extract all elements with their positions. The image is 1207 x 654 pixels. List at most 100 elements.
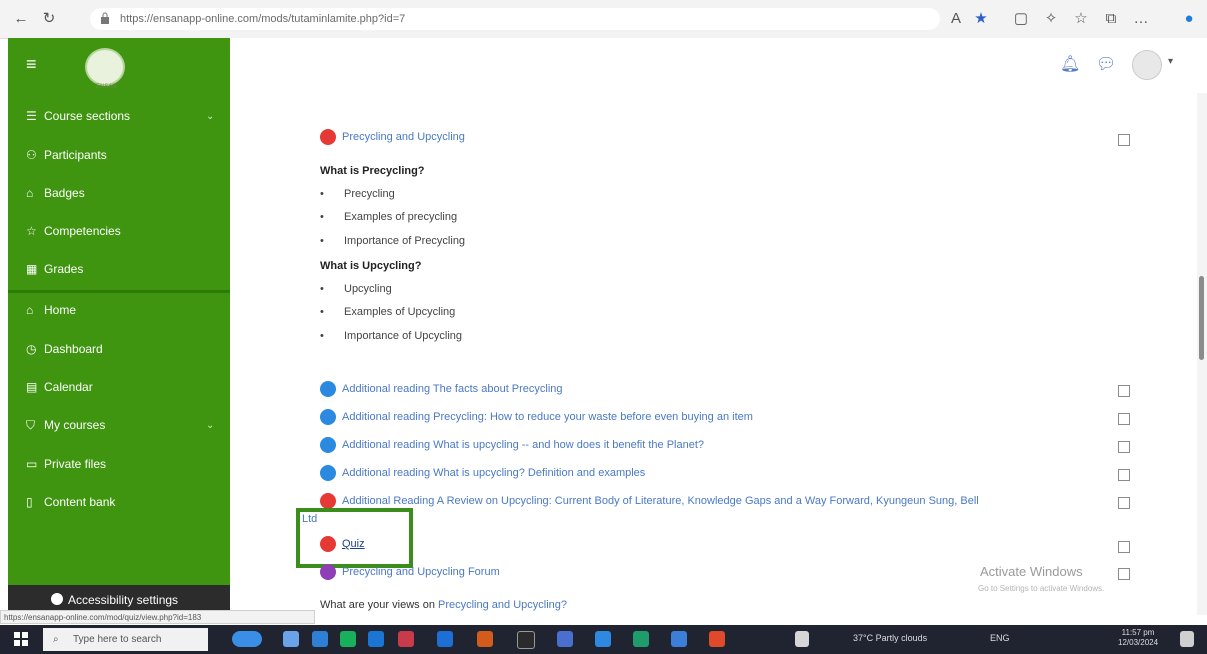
taskbar-app-icon[interactable] bbox=[398, 631, 414, 647]
messages-icon[interactable]: 💬︎ bbox=[1096, 54, 1116, 74]
hamburger-menu-icon[interactable]: ≡ bbox=[26, 54, 37, 75]
chevron-down-icon[interactable]: ⌄ bbox=[206, 420, 214, 431]
sidebar-item-course-sections[interactable]: ☰ Course sections bbox=[26, 109, 130, 123]
taskbar-app-icon[interactable] bbox=[517, 631, 535, 649]
notifications-bell-icon[interactable]: 🔔︎ bbox=[1060, 54, 1080, 74]
page-scrollbar[interactable] bbox=[1197, 93, 1207, 615]
site-header: ≡ ENSAN 🔔︎ 💬︎ ▾ bbox=[8, 38, 1207, 94]
taskbar-app-icon[interactable] bbox=[557, 631, 573, 647]
chevron-down-icon[interactable]: ▾ bbox=[1168, 56, 1173, 67]
notifications-icon[interactable] bbox=[1180, 631, 1194, 647]
quiz-icon bbox=[320, 536, 336, 552]
clock-time: 11:57 pm bbox=[1121, 628, 1155, 637]
table-icon: ▦ bbox=[26, 262, 38, 276]
taskbar-app-icon[interactable] bbox=[283, 631, 299, 647]
calendar-icon: ▤ bbox=[26, 380, 38, 394]
windows-start-icon[interactable] bbox=[14, 632, 28, 646]
extensions-icon[interactable]: ✧ bbox=[1040, 8, 1062, 30]
list-item: • Examples of precycling bbox=[320, 211, 458, 223]
users-icon: ⚇ bbox=[26, 148, 37, 162]
taskbar-app-icon[interactable] bbox=[795, 631, 809, 647]
sidebar-item-private-files[interactable]: ▭ Private files bbox=[26, 457, 106, 471]
browser-toolbar: ← ↻ https://ensanapp-online.com/mods/tut… bbox=[0, 0, 1207, 39]
lock-icon bbox=[101, 12, 109, 24]
taskbar-app-icon[interactable] bbox=[340, 631, 356, 647]
weather-widget[interactable]: 37°C Partly clouds bbox=[853, 633, 927, 643]
reading-link[interactable]: Additional Reading A Review on Upcycling… bbox=[320, 493, 1100, 509]
list-icon: ☰ bbox=[26, 109, 37, 123]
reading-link[interactable]: Additional reading The facts about Precy… bbox=[320, 381, 563, 397]
sidebar-item-badges[interactable]: ⌂ Badges bbox=[26, 186, 85, 200]
taskbar-app-icon[interactable] bbox=[595, 631, 611, 647]
url-text: https://ensanapp-online.com/mods/tutamin… bbox=[120, 13, 406, 25]
file-pdf-icon bbox=[320, 493, 336, 509]
back-arrow-icon[interactable]: ← bbox=[10, 8, 32, 30]
refresh-icon[interactable]: ↻ bbox=[38, 8, 60, 30]
more-icon[interactable]: … bbox=[1130, 8, 1152, 30]
sidebar-item-home[interactable]: ⌂ Home bbox=[26, 303, 76, 317]
list-item: • Precycling bbox=[320, 188, 395, 200]
sidebar-item-competencies[interactable]: ☆ Competencies bbox=[26, 224, 121, 238]
taskbar-app-icon[interactable] bbox=[671, 631, 687, 647]
forum-link[interactable]: Precycling and Upcycling Forum bbox=[320, 564, 500, 580]
taskbar-app-icon[interactable] bbox=[232, 631, 262, 647]
forum-icon bbox=[320, 564, 336, 580]
collections-icon[interactable]: ⧉ bbox=[1100, 8, 1122, 30]
completion-checkbox[interactable] bbox=[1118, 568, 1130, 580]
lesson-icon bbox=[320, 129, 336, 145]
taskbar-app-icon[interactable] bbox=[633, 631, 649, 647]
reading-link[interactable]: Additional reading What is upcycling? De… bbox=[320, 465, 645, 481]
course-content: Precycling and Upcycling What is Precycl… bbox=[230, 93, 1197, 615]
box-icon: ▯ bbox=[26, 495, 33, 509]
badge-icon: ⌂ bbox=[26, 186, 34, 200]
completion-checkbox[interactable] bbox=[1118, 541, 1130, 553]
split-screen-icon[interactable]: ▢ bbox=[1010, 8, 1032, 30]
edge-profile-icon[interactable]: ● bbox=[1178, 8, 1200, 30]
favorites-icon[interactable]: ☆ bbox=[1070, 8, 1092, 30]
sidebar-item-grades[interactable]: ▦ Grades bbox=[26, 262, 83, 276]
chevron-down-icon[interactable]: ⌄ bbox=[206, 111, 214, 122]
address-bar[interactable]: https://ensanapp-online.com/mods/tutamin… bbox=[90, 8, 940, 30]
list-item: • Upcycling bbox=[320, 283, 392, 295]
sidebar-item-content-bank[interactable]: ▯ Content bank bbox=[26, 495, 115, 509]
read-aloud-icon[interactable]: A bbox=[945, 8, 967, 30]
list-item: • Importance of Upcycling bbox=[320, 330, 462, 342]
completion-checkbox[interactable] bbox=[1118, 385, 1130, 397]
url-icon bbox=[320, 409, 336, 425]
reading-link[interactable]: Additional reading What is upcycling -- … bbox=[320, 437, 704, 453]
completion-checkbox[interactable] bbox=[1118, 469, 1130, 481]
activate-windows-watermark: Activate Windows bbox=[980, 564, 1083, 579]
url-icon bbox=[320, 381, 336, 397]
completion-checkbox[interactable] bbox=[1118, 441, 1130, 453]
taskbar-app-icon[interactable] bbox=[477, 631, 493, 647]
completion-checkbox[interactable] bbox=[1118, 134, 1130, 146]
heading-upcycling: What is Upcycling? bbox=[320, 260, 422, 272]
taskbar-app-icon[interactable] bbox=[368, 631, 384, 647]
scrollbar-thumb[interactable] bbox=[1199, 276, 1204, 360]
dashboard-icon: ◷ bbox=[26, 342, 37, 356]
sidebar-item-dashboard[interactable]: ◷ Dashboard bbox=[26, 342, 103, 356]
taskbar-search-input[interactable]: ⌕ Type here to search bbox=[43, 628, 208, 651]
accessibility-icon bbox=[51, 593, 63, 605]
favorite-star-icon[interactable]: ★ bbox=[970, 8, 992, 30]
sidebar-item-my-courses[interactable]: ⛉ My courses bbox=[26, 418, 105, 433]
taskbar-app-icon[interactable] bbox=[312, 631, 328, 647]
sidebar-nav: ☰ Course sections ⌄ ⚇ Participants ⌂ Badges… bbox=[8, 93, 230, 615]
taskbar-clock[interactable]: 11:57 pm 12/03/2024 bbox=[1118, 628, 1158, 648]
graduation-icon: ⛉ bbox=[26, 418, 36, 432]
taskbar-app-icon[interactable] bbox=[437, 631, 453, 647]
completion-checkbox[interactable] bbox=[1118, 413, 1130, 425]
taskbar-app-icon[interactable] bbox=[709, 631, 725, 647]
reading-link[interactable]: Additional reading Precycling: How to re… bbox=[320, 409, 753, 425]
lesson-link[interactable]: Precycling and Upcycling bbox=[320, 129, 465, 145]
list-item: • Importance of Precycling bbox=[320, 235, 466, 247]
system-tray-language[interactable]: ENG bbox=[990, 633, 1010, 643]
sidebar-item-calendar[interactable]: ▤ Calendar bbox=[26, 380, 93, 394]
user-avatar[interactable] bbox=[1132, 50, 1162, 80]
site-logo[interactable] bbox=[85, 48, 125, 86]
sidebar-item-participants[interactable]: ⚇ Participants bbox=[26, 148, 107, 162]
file-icon: ▭ bbox=[26, 457, 38, 471]
quiz-link[interactable]: Quiz bbox=[320, 536, 365, 552]
question-link[interactable]: Precycling and Upcycling? bbox=[438, 599, 567, 611]
completion-checkbox[interactable] bbox=[1118, 497, 1130, 509]
